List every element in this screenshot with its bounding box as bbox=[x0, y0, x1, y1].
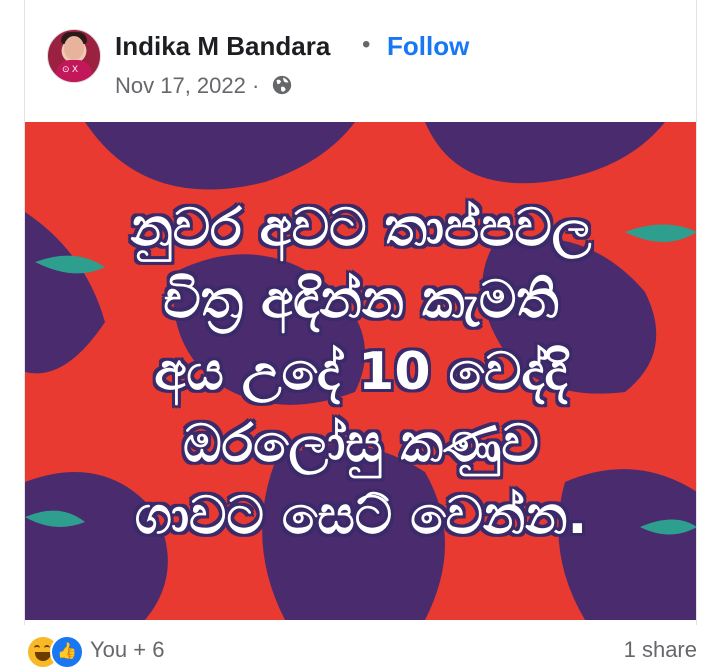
card-border bbox=[24, 0, 25, 625]
post-text: නුවර අවට තාප්පවල චිත්‍ර අඳින්න කැමති අය … bbox=[25, 192, 697, 552]
like-icon[interactable]: 👍 bbox=[50, 635, 84, 669]
card-border bbox=[696, 0, 697, 625]
author-name[interactable]: Indika M Bandara bbox=[115, 31, 330, 62]
reaction-count[interactable]: You + 6 bbox=[90, 637, 164, 663]
post-header: ⊙ X Indika M Bandara • Follow Nov 17, 20… bbox=[24, 0, 697, 122]
post-image[interactable]: නුවර අවට තාප්පවල චිත්‍ර අඳින්න කැමති අය … bbox=[25, 122, 697, 620]
author-avatar[interactable]: ⊙ X bbox=[47, 29, 101, 83]
separator-dot: • bbox=[362, 31, 371, 58]
post-text-line: චිත්‍ර අඳින්න කැමති bbox=[163, 270, 559, 330]
share-count[interactable]: 1 share bbox=[624, 637, 697, 663]
post-text-line: අය උදේ 10 වෙද්දි bbox=[154, 342, 568, 402]
post-text-line: ඔරලෝසු කණුව bbox=[183, 414, 539, 474]
post-card: ⊙ X Indika M Bandara • Follow Nov 17, 20… bbox=[24, 0, 697, 669]
post-text-line: ගාවට සෙට් වෙන්න. bbox=[134, 486, 588, 546]
globe-icon bbox=[272, 75, 292, 95]
post-text-line: නුවර අවට තාප්පවල bbox=[130, 198, 592, 258]
post-date[interactable]: Nov 17, 2022 · bbox=[115, 73, 259, 99]
follow-button[interactable]: Follow bbox=[387, 31, 469, 62]
post-footer: 👍 You + 6 1 share bbox=[24, 625, 697, 669]
